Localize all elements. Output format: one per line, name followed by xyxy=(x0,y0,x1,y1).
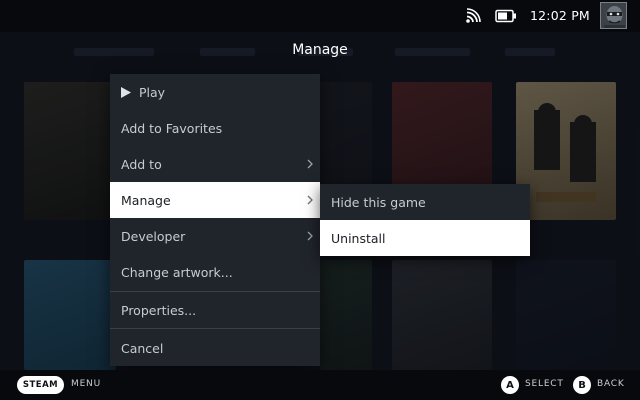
chevron-right-icon xyxy=(307,195,313,205)
menu-item-add-to[interactable]: Add to xyxy=(110,146,320,182)
menu-item-label: Add to Favorites xyxy=(121,120,223,136)
menu-item-manage[interactable]: Manage xyxy=(110,182,320,218)
chevron-right-icon xyxy=(307,231,313,241)
manage-submenu: Hide this game Uninstall xyxy=(320,184,530,256)
page-title: Manage xyxy=(292,42,348,58)
status-bar: 12:02 PM xyxy=(0,0,640,32)
a-button-icon[interactable]: A xyxy=(501,376,519,394)
menu-item-label: Add to xyxy=(121,156,162,172)
submenu-item-uninstall[interactable]: Uninstall xyxy=(320,220,530,256)
submenu-item-hide-this-game[interactable]: Hide this game xyxy=(320,184,530,220)
context-menu: Play Add to Favorites Add to Manage Deve… xyxy=(110,74,320,366)
menu-item-label: Developer xyxy=(121,228,186,244)
b-button-icon[interactable]: B xyxy=(573,376,591,394)
menu-item-add-to-favorites[interactable]: Add to Favorites xyxy=(110,110,320,146)
menu-item-play[interactable]: Play xyxy=(110,74,320,110)
play-icon xyxy=(121,86,131,98)
bottom-bar: STEAM MENU A SELECT B BACK xyxy=(0,370,640,400)
menu-item-developer[interactable]: Developer xyxy=(110,218,320,254)
wifi-icon xyxy=(466,8,481,23)
select-hint-label: SELECT xyxy=(525,379,564,389)
back-hint-label: BACK xyxy=(597,379,625,389)
user-avatar[interactable] xyxy=(600,2,627,29)
menu-item-label: Properties... xyxy=(121,302,197,318)
menu-divider xyxy=(110,328,320,329)
steam-button[interactable]: STEAM xyxy=(17,376,64,394)
menu-item-label: Play xyxy=(139,84,166,100)
menu-item-change-artwork[interactable]: Change artwork... xyxy=(110,254,320,290)
clock: 12:02 PM xyxy=(530,8,590,23)
menu-item-properties[interactable]: Properties... xyxy=(110,292,320,328)
menu-hint-label: MENU xyxy=(71,379,101,389)
battery-icon xyxy=(495,9,516,23)
submenu-item-label: Hide this game xyxy=(331,194,426,210)
menu-item-label: Change artwork... xyxy=(121,264,233,280)
menu-item-cancel[interactable]: Cancel xyxy=(110,330,320,366)
menu-item-label: Cancel xyxy=(121,340,164,356)
submenu-item-label: Uninstall xyxy=(331,230,386,246)
menu-item-label: Manage xyxy=(121,192,171,208)
chevron-right-icon xyxy=(307,159,313,169)
